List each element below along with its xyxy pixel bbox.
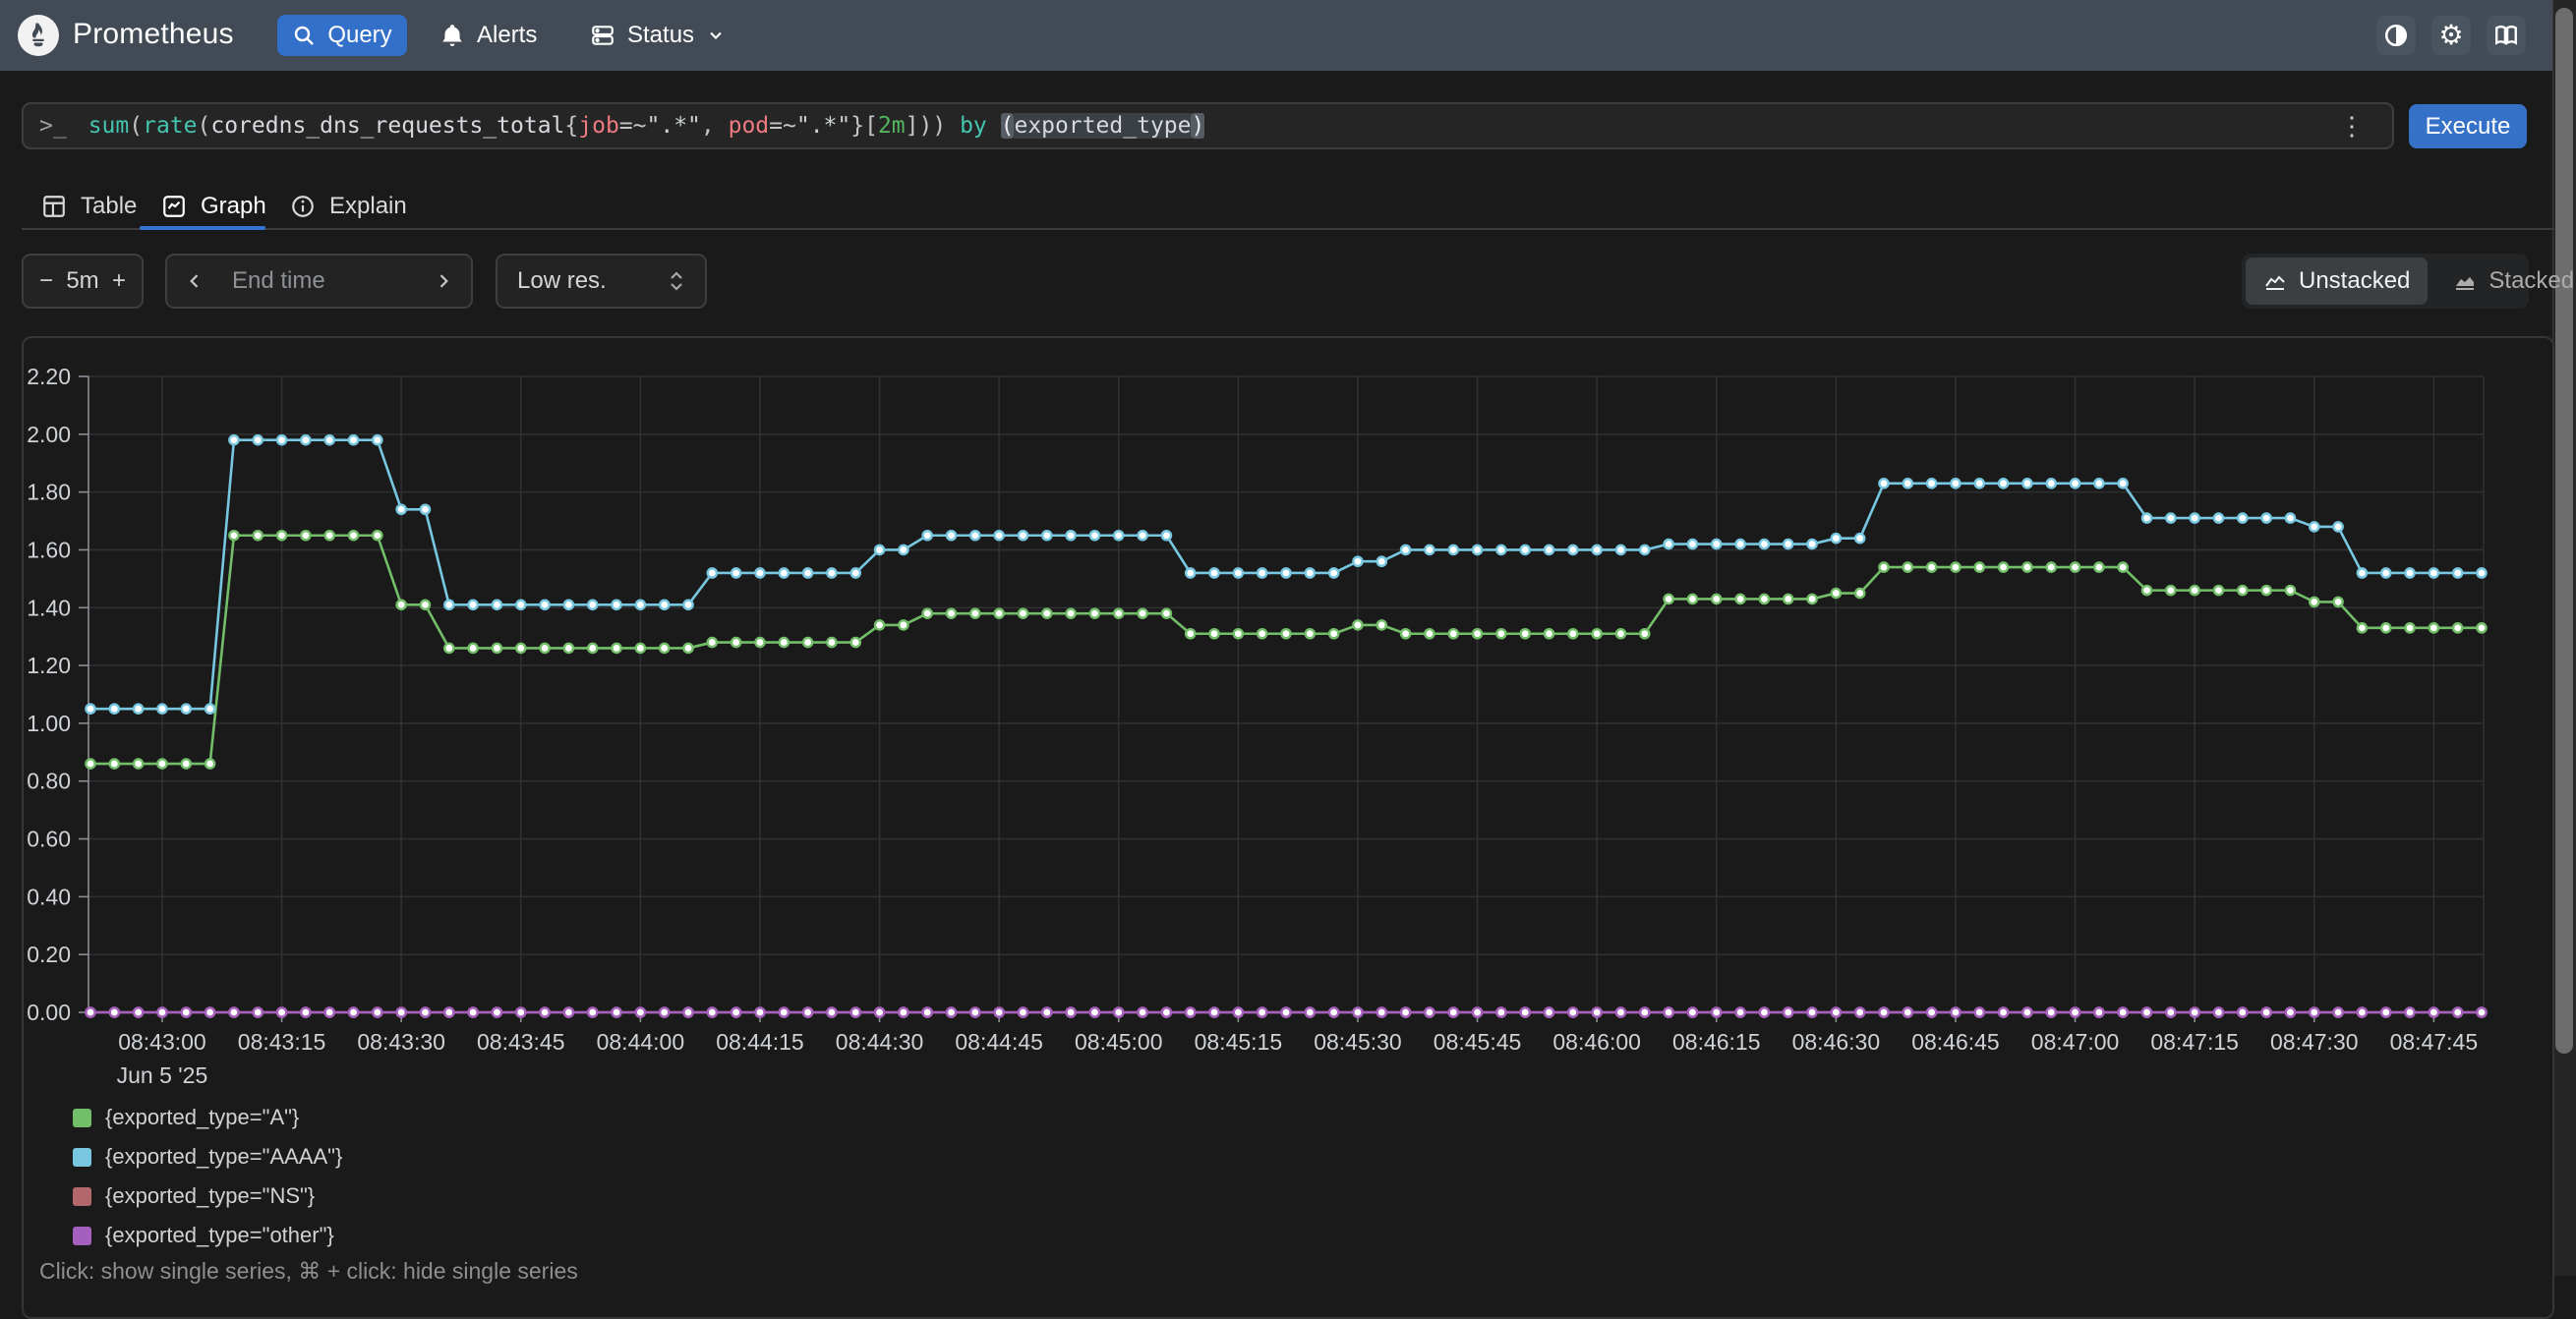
svg-text:1.40: 1.40 (27, 595, 71, 620)
svg-text:2.00: 2.00 (27, 422, 71, 447)
svg-text:0.00: 0.00 (27, 1000, 71, 1025)
legend-item[interactable]: {exported_type="NS"} (73, 1183, 342, 1209)
svg-text:08:45:30: 08:45:30 (1314, 1029, 1402, 1055)
svg-text:08:44:45: 08:44:45 (955, 1029, 1043, 1055)
svg-text:08:44:15: 08:44:15 (716, 1029, 804, 1055)
svg-text:08:46:15: 08:46:15 (1672, 1029, 1761, 1055)
legend-item[interactable]: {exported_type="AAAA"} (73, 1144, 342, 1170)
svg-text:2.20: 2.20 (27, 364, 71, 389)
graph-canvas[interactable]: 0.00 0.20 0.40 0.60 0.80 1.00 1.20 1.40 1.60 1.80… (0, 0, 2576, 1276)
svg-text:08:46:45: 08:46:45 (1911, 1029, 2000, 1055)
legend-label: {exported_type="AAAA"} (105, 1144, 342, 1170)
svg-text:Jun 5 '25: Jun 5 '25 (117, 1062, 208, 1088)
svg-text:08:47:30: 08:47:30 (2270, 1029, 2359, 1055)
svg-text:08:46:00: 08:46:00 (1552, 1029, 1641, 1055)
legend-item[interactable]: {exported_type="other"} (73, 1223, 342, 1248)
svg-text:1.00: 1.00 (27, 711, 71, 736)
svg-text:08:44:00: 08:44:00 (597, 1029, 685, 1055)
legend-item[interactable]: {exported_type="A"} (73, 1105, 342, 1130)
legend-swatch (73, 1187, 91, 1206)
svg-text:08:46:30: 08:46:30 (1792, 1029, 1881, 1055)
svg-text:08:44:30: 08:44:30 (836, 1029, 924, 1055)
svg-text:08:47:15: 08:47:15 (2150, 1029, 2239, 1055)
svg-text:08:43:00: 08:43:00 (118, 1029, 206, 1055)
series-legend: {exported_type="A"} {exported_type="AAAA"… (73, 1105, 342, 1248)
svg-text:1.20: 1.20 (27, 653, 71, 678)
svg-text:1.60: 1.60 (27, 537, 71, 562)
svg-text:08:43:30: 08:43:30 (357, 1029, 445, 1055)
svg-text:08:47:00: 08:47:00 (2031, 1029, 2120, 1055)
legend-swatch (73, 1109, 91, 1127)
svg-text:0.80: 0.80 (27, 769, 71, 794)
svg-text:0.40: 0.40 (27, 884, 71, 909)
svg-text:08:43:15: 08:43:15 (238, 1029, 326, 1055)
legend-label: {exported_type="A"} (105, 1105, 299, 1130)
legend-label: {exported_type="NS"} (105, 1183, 315, 1209)
svg-text:1.80: 1.80 (27, 480, 71, 505)
legend-swatch (73, 1148, 91, 1167)
svg-text:08:47:45: 08:47:45 (2390, 1029, 2479, 1055)
svg-text:08:43:45: 08:43:45 (477, 1029, 565, 1055)
svg-text:0.20: 0.20 (27, 942, 71, 967)
legend-label: {exported_type="other"} (105, 1223, 334, 1248)
svg-text:08:45:45: 08:45:45 (1434, 1029, 1522, 1055)
svg-text:08:45:00: 08:45:00 (1075, 1029, 1163, 1055)
legend-swatch (73, 1227, 91, 1245)
svg-text:0.60: 0.60 (27, 827, 71, 852)
svg-text:08:45:15: 08:45:15 (1195, 1029, 1283, 1055)
legend-hint-text: Click: show single series, ⌘ + click: hi… (39, 1258, 578, 1285)
